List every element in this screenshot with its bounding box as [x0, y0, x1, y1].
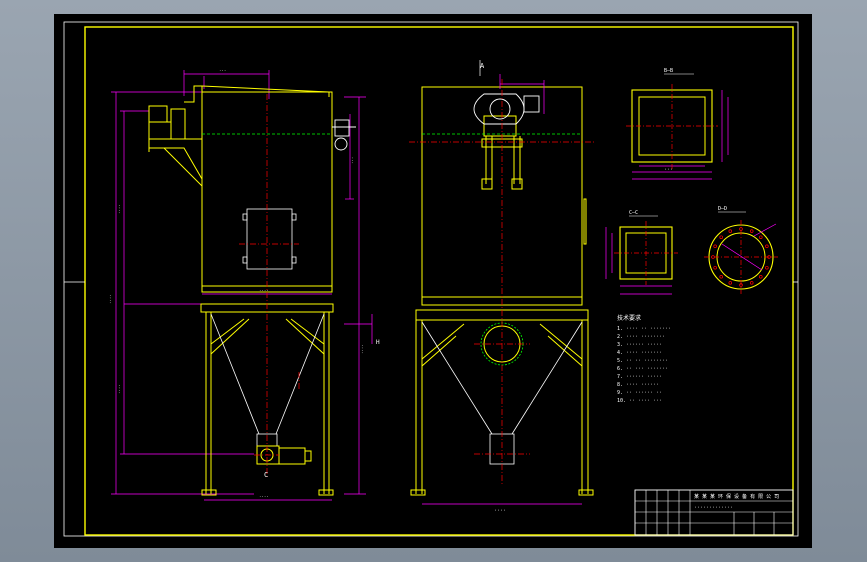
- sheet-outer-frame: [63, 21, 799, 537]
- svg-text:···: ···: [350, 157, 355, 164]
- bolt-hole: [759, 275, 763, 279]
- title-block: 某 某 某 环 保 设 备 有 限 公 司 ·············: [634, 489, 794, 536]
- note-line-9: 9. ·· ······ ··: [617, 390, 662, 396]
- title-company: 某 某 某 环 保 设 备 有 限 公 司: [694, 493, 779, 500]
- front-view: ···· ···· ···· ··· ···· ···· ···· ··· C …: [108, 68, 380, 501]
- note-line-10: 10. ·· ···· ···: [617, 398, 662, 404]
- svg-text:····: ····: [117, 384, 122, 394]
- side-view-marker: A: [480, 62, 485, 70]
- note-line-3: 3. ······ ·····: [617, 342, 662, 348]
- section-c-dimensions: [605, 227, 672, 295]
- technical-notes: 技术要求 1. ···· ·· ······· 2. ···· ········…: [617, 314, 671, 404]
- sheet-border: [84, 26, 794, 536]
- section-c: C—C: [605, 210, 678, 295]
- note-line-6: 6. ·· ··· ·······: [617, 366, 668, 372]
- front-view-dimensions: [111, 70, 373, 501]
- section-d: D—D: [704, 206, 778, 294]
- section-b-dim-text: ···: [664, 167, 673, 173]
- notes-heading: 技术要求: [617, 314, 641, 322]
- svg-text:····: ····: [259, 494, 269, 499]
- bolt-hole: [713, 265, 717, 270]
- side-view: A ····: [409, 60, 594, 514]
- bolt-hole: [759, 235, 763, 239]
- height-marker: H: [376, 339, 380, 346]
- svg-text:····: ····: [117, 204, 122, 214]
- note-line-2: 2. ···· ········: [617, 334, 665, 340]
- note-line-1: 1. ···· ·· ·······: [617, 326, 671, 332]
- bolt-hole: [749, 229, 754, 233]
- side-upper-casing: [421, 86, 587, 306]
- svg-text:···: ···: [219, 68, 226, 73]
- bolt-hole: [739, 227, 743, 231]
- bolt-hole: [728, 281, 733, 285]
- drawing-canvas[interactable]: ···· ···· ···· ··· ···· ···· ···· ··· C …: [54, 14, 812, 548]
- section-b: B—B ···: [626, 68, 729, 180]
- note-line-5: 5. ·· ·· ········: [617, 358, 668, 364]
- front-side-valve: [332, 119, 356, 151]
- cad-drawing: ···· ···· ···· ··· ···· ···· ···· ··· C …: [63, 21, 799, 537]
- section-b-dimensions: [632, 90, 729, 180]
- svg-text:····: ····: [108, 294, 113, 304]
- bolt-hole: [728, 229, 733, 233]
- section-c-label: C—C: [629, 210, 638, 216]
- bolt-hole: [765, 265, 769, 270]
- front-upper-casing: [148, 85, 333, 293]
- side-bottom-dim: ····: [494, 508, 506, 514]
- note-line-7: 7. ······ ·····: [617, 374, 662, 380]
- front-access-door: [242, 208, 297, 270]
- note-line-4: 4. ···· ·······: [617, 350, 662, 356]
- section-c-centerlines: [614, 221, 678, 285]
- svg-text:····: ····: [360, 344, 365, 354]
- section-d-centerlines: [704, 220, 778, 294]
- bolt-hole: [749, 281, 754, 285]
- bolt-hole: [719, 275, 723, 279]
- section-b-label: B—B: [664, 68, 673, 74]
- section-d-label: D—D: [718, 206, 727, 212]
- side-centerlines: [409, 79, 594, 484]
- bolt-hole: [713, 244, 717, 249]
- bolt-hole: [711, 255, 715, 259]
- cad-window-background: ···· ···· ···· ··· ···· ···· ···· ··· C …: [0, 0, 867, 562]
- bottom-view-marker: C: [264, 471, 268, 479]
- bolt-hole: [719, 235, 723, 239]
- front-hopper: [210, 313, 325, 447]
- bolt-hole: [765, 244, 769, 249]
- note-line-8: 8. ···· ······: [617, 382, 659, 388]
- front-view-dim-text: ···· ···· ···· ··· ···· ···· ···· ···: [108, 68, 365, 499]
- title-drawing-name: ·············: [694, 505, 733, 511]
